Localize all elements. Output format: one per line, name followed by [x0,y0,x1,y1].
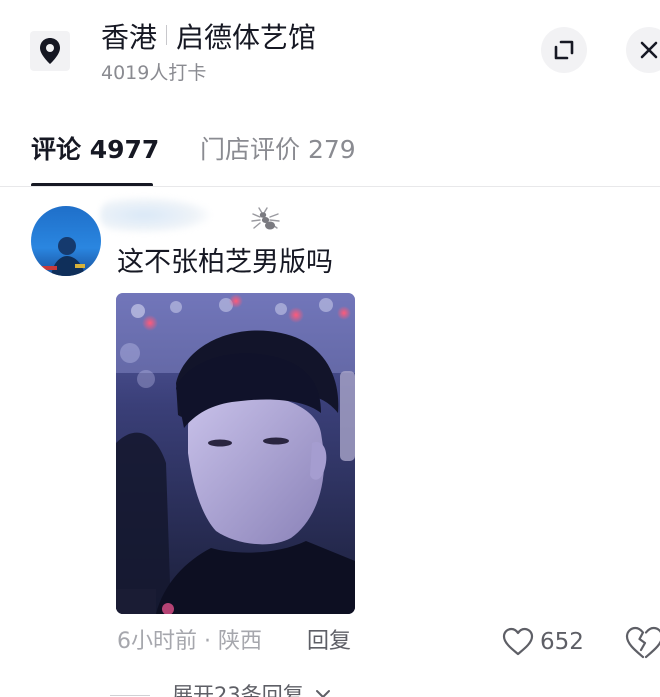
tab-store-reviews[interactable]: 门店评价 279 [200,126,356,186]
like-button[interactable]: 652 [502,625,584,659]
location-pin-icon [30,31,70,71]
location-header: 香港 启德体艺馆 4019人打卡 [0,0,660,110]
avatar[interactable] [31,206,101,276]
like-count: 652 [540,629,584,655]
comment-time-location: 6小时前 · 陕西 [117,629,262,654]
ant-icon [251,207,280,230]
expand-replies-button[interactable]: 展开23条回复 [110,679,331,697]
comment-photo[interactable] [116,293,355,614]
reply-button[interactable]: 回复 [307,625,351,659]
tab-comments[interactable]: 评论 4977 [31,126,159,186]
comment-text: 这不张柏芝男版吗 [117,247,333,278]
close-icon [640,41,658,59]
close-button[interactable] [626,27,660,73]
checkin-count: 4019人打卡 [101,62,207,84]
tab-bar: 评论 4977 门店评价 279 [0,126,660,188]
city-name: 香港 [101,21,158,54]
heart-outline-icon [502,627,534,656]
broken-heart-icon[interactable] [625,626,660,660]
username-blurred[interactable]: 用户 [100,197,210,233]
title-separator [166,25,168,45]
chevron-down-icon [315,690,330,697]
expand-replies-line [110,695,150,696]
expand-icon [554,40,574,60]
expand-replies-label: 展开23条回复 [172,683,304,697]
comment-item: 用户 这不张柏芝男版吗 [0,187,660,697]
expand-button[interactable] [541,27,587,73]
place-title[interactable]: 香港 启德体艺馆 [101,18,316,58]
venue-name: 启德体艺馆 [176,21,317,54]
